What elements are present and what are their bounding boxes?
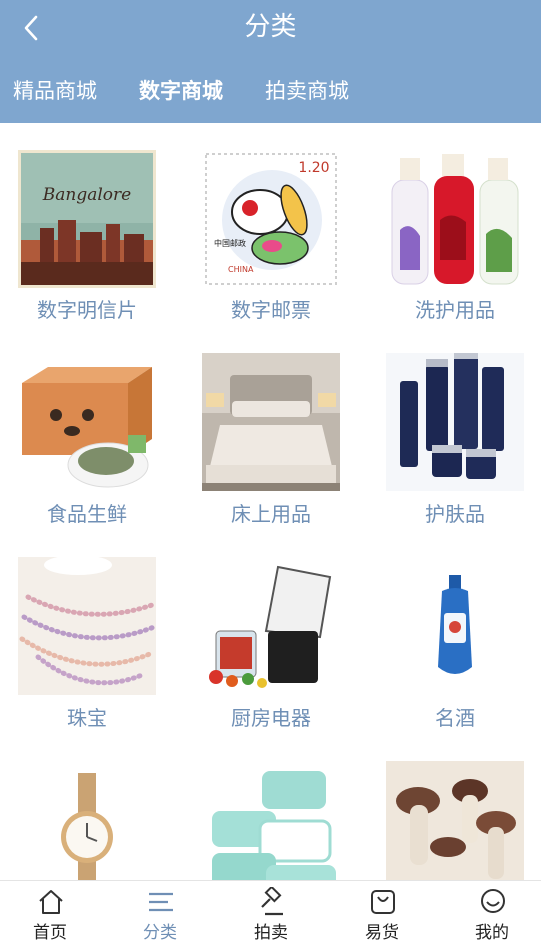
page-title: 分类 bbox=[244, 12, 297, 42]
nav-category[interactable]: 分类 bbox=[110, 881, 210, 947]
liquor-bottle-image bbox=[386, 557, 524, 695]
tab-auction-mall[interactable]: 拍卖商城 bbox=[265, 74, 349, 108]
pearls-image bbox=[18, 557, 156, 695]
category-label: 厨房电器 bbox=[231, 706, 311, 730]
nav-auction[interactable]: 拍卖 bbox=[221, 881, 321, 947]
nav-barter[interactable]: 易货 bbox=[332, 881, 432, 947]
category-label: 洗护用品 bbox=[415, 298, 495, 322]
nav-label-home: 首页 bbox=[33, 923, 67, 943]
mushrooms-image bbox=[386, 761, 524, 880]
nav-label-profile: 我的 bbox=[475, 923, 509, 943]
category-label: 名酒 bbox=[435, 706, 475, 730]
category-label: 护肤品 bbox=[425, 502, 485, 526]
category-label: 食品生鲜 bbox=[47, 502, 127, 526]
bottom-nav: 首页 分类 拍卖 易货 我的 bbox=[0, 880, 541, 947]
shampoo-image bbox=[386, 150, 524, 288]
skincare-image bbox=[386, 353, 524, 491]
app-root: 分类 精品商城 数字商城 拍卖商城 Bangalore 数字明信片 1.20 中… bbox=[0, 0, 541, 947]
tab-digital-mall[interactable]: 数字商城 bbox=[139, 74, 223, 108]
category-grid: Bangalore 数字明信片 1.20 中国邮政 CHINA 数字邮票 洗护用… bbox=[0, 123, 541, 880]
watch-image bbox=[18, 761, 156, 880]
category-label: 珠宝 bbox=[67, 706, 107, 730]
blender-image bbox=[202, 557, 340, 695]
nav-label-barter: 易货 bbox=[365, 923, 399, 943]
home-icon bbox=[39, 890, 63, 914]
barter-bag-icon bbox=[371, 890, 395, 914]
stamp-country-cn: 中国邮政 bbox=[214, 238, 246, 248]
postcard-image: Bangalore bbox=[18, 150, 156, 288]
stamp-price: 1.20 bbox=[298, 160, 329, 176]
auction-icon bbox=[261, 887, 283, 916]
nav-label-category: 分类 bbox=[143, 923, 177, 943]
profile-icon bbox=[481, 889, 505, 913]
postcard-script-text: Bangalore bbox=[42, 185, 131, 205]
header-bar: 分类 精品商城 数字商城 拍卖商城 bbox=[0, 0, 541, 123]
nav-label-auction: 拍卖 bbox=[254, 923, 288, 943]
category-label: 数字邮票 bbox=[231, 298, 311, 322]
wet-wipes-image bbox=[202, 761, 340, 880]
nav-profile[interactable]: 我的 bbox=[442, 881, 541, 947]
bedroom-image bbox=[202, 353, 340, 491]
mall-tabs: 精品商城 数字商城 拍卖商城 bbox=[0, 74, 541, 110]
food-box-image bbox=[18, 353, 156, 491]
tab-premium-mall[interactable]: 精品商城 bbox=[13, 74, 97, 108]
category-label: 数字明信片 bbox=[37, 298, 137, 322]
stamp-image: 1.20 中国邮政 CHINA bbox=[202, 150, 340, 288]
stamp-country-en: CHINA bbox=[228, 265, 254, 274]
category-icon bbox=[149, 892, 173, 912]
nav-home[interactable]: 首页 bbox=[0, 881, 100, 947]
category-label: 床上用品 bbox=[231, 502, 311, 526]
